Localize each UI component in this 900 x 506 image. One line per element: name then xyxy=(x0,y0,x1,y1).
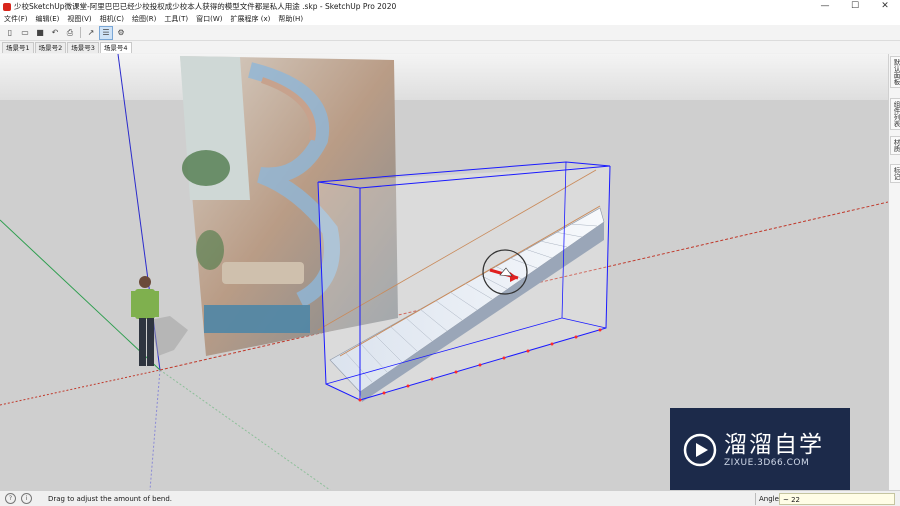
measurements-input[interactable]: ~ 22 xyxy=(779,492,895,505)
select-icon[interactable]: ↗ xyxy=(85,27,97,39)
scene-tab-2[interactable]: 场景号2 xyxy=(34,42,67,53)
toolbar-divider xyxy=(80,27,81,38)
print-icon[interactable]: ⎙ xyxy=(64,27,76,39)
menu-window[interactable]: 窗口(W) xyxy=(192,13,226,25)
measurements-label: Angle xyxy=(755,492,779,505)
status-bar: ? i Drag to adjust the amount of bend. A… xyxy=(0,490,900,506)
menu-file[interactable]: 文件(F) xyxy=(0,13,32,25)
title-bar: 少校SketchUp微课堂-阿里巴巴已经少校投权成少校本人获得的模型文件都是私人… xyxy=(0,0,900,13)
menu-tools[interactable]: 工具(T) xyxy=(160,13,192,25)
menu-camera[interactable]: 相机(C) xyxy=(96,13,128,25)
menu-draw[interactable]: 绘图(R) xyxy=(128,13,160,25)
toolbar: ▯ ▭ ■ ↶ ⎙ ↗ ☰ ⚙ xyxy=(0,25,900,41)
maximize-button[interactable]: ☐ xyxy=(840,0,870,13)
credits-icon[interactable]: i xyxy=(21,493,32,504)
menu-edit[interactable]: 编辑(E) xyxy=(32,13,64,25)
window-title: 少校SketchUp微课堂-阿里巴巴已经少校投权成少校本人获得的模型文件都是私人… xyxy=(14,2,397,11)
watermark-url: ZIXUE.3D66.COM xyxy=(724,458,810,468)
status-hint: Drag to adjust the amount of bend. xyxy=(48,494,172,503)
sketchup-app-icon xyxy=(3,2,11,11)
scene-tabs: 场景号1 场景号2 场景号3 场景号4 xyxy=(0,41,900,53)
scene-tab-3[interactable]: 场景号3 xyxy=(67,42,99,53)
minimize-button[interactable]: — xyxy=(810,0,840,13)
watermark-title: 溜溜自学 xyxy=(724,432,824,458)
play-logo-icon xyxy=(683,433,717,467)
menu-view[interactable]: 视图(V) xyxy=(63,13,95,25)
menu-bar: 文件(F) 编辑(E) 视图(V) 相机(C) 绘图(R) 工具(T) 窗口(W… xyxy=(0,13,900,25)
new-file-icon[interactable]: ▯ xyxy=(4,27,16,39)
geolocation-icon[interactable]: ? xyxy=(5,493,16,504)
outliner-icon[interactable]: ☰ xyxy=(99,25,113,40)
sky xyxy=(0,54,888,100)
scene-tab-1[interactable]: 场景号1 xyxy=(2,42,34,53)
scene-tab-4[interactable]: 场景号4 xyxy=(99,42,132,53)
close-button[interactable]: ✕ xyxy=(870,0,900,13)
open-file-icon[interactable]: ▭ xyxy=(19,27,31,39)
tray-tab-default[interactable]: 默认面板 xyxy=(890,56,900,88)
menu-help[interactable]: 帮助(H) xyxy=(274,13,307,25)
menu-extensions[interactable]: 扩展程序 (x) xyxy=(226,13,274,25)
save-icon[interactable]: ■ xyxy=(34,27,46,39)
undo-icon[interactable]: ↶ xyxy=(49,27,61,39)
tray-tab-components[interactable]: 组件列表 xyxy=(890,98,900,130)
settings-icon[interactable]: ⚙ xyxy=(115,27,127,39)
watermark-logo: 溜溜自学 ZIXUE.3D66.COM xyxy=(670,408,850,492)
tray-tab-materials[interactable]: 材质 xyxy=(890,136,900,155)
tray-tab-tags[interactable]: 标记 xyxy=(890,164,900,183)
default-tray: 默认面板 组件列表 材质 标记 xyxy=(888,54,900,490)
